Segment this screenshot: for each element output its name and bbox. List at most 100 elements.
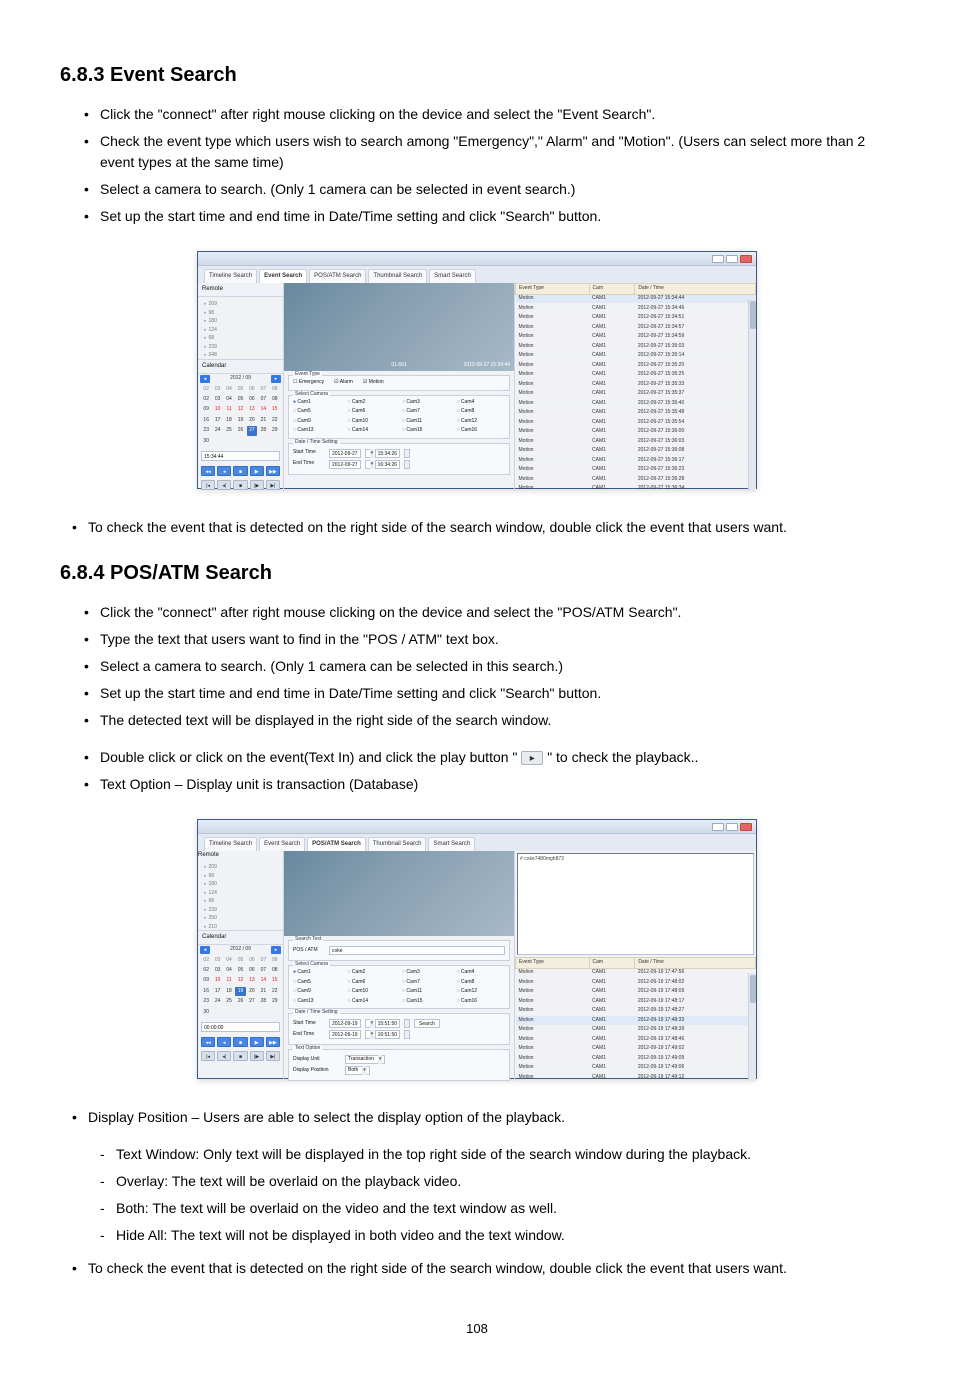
calendar-day[interactable]: 02 <box>201 966 211 976</box>
tree-node[interactable]: 209 <box>200 864 281 872</box>
calendar-day[interactable]: 04 <box>224 395 234 405</box>
playback-button[interactable]: ■ <box>233 1051 247 1061</box>
table-scrollbar[interactable] <box>748 299 756 491</box>
calendar-day[interactable]: 20 <box>247 416 257 426</box>
table-row[interactable]: MotionCAM12012-09-19 17:49:09 <box>516 1054 756 1064</box>
calendar-day[interactable]: 05 <box>235 395 245 405</box>
table-row[interactable]: MotionCAM12012-09-27 15:35:14 <box>516 351 756 361</box>
playback-button[interactable]: ◂ <box>217 1037 231 1047</box>
calendar-day[interactable]: 17 <box>212 416 222 426</box>
start-time-spinner[interactable] <box>404 449 410 458</box>
posatm-input[interactable]: coke <box>329 946 505 955</box>
calendar-day[interactable]: 16 <box>201 987 211 997</box>
calendar-day[interactable]: 05 <box>235 966 245 976</box>
camera-radio[interactable]: Cam8 <box>457 408 506 416</box>
playback-button[interactable]: ▶| <box>266 1051 280 1061</box>
tree-node[interactable]: 348 <box>200 352 281 359</box>
calendar-day[interactable]: 12 <box>235 405 245 415</box>
playback-button[interactable]: ▶ <box>250 1037 264 1047</box>
calendar-day[interactable]: 13 <box>247 405 257 415</box>
calendar-day[interactable]: 16 <box>201 416 211 426</box>
camera-radio[interactable]: Cam4 <box>457 399 506 407</box>
table-row[interactable]: MotionCAM12012-09-27 15:35:54 <box>516 418 756 428</box>
end-time-input[interactable]: 16:34:26 <box>375 460 400 469</box>
table-row[interactable]: MotionCAM12012-09-27 15:36:34 <box>516 484 756 491</box>
playback-button[interactable]: ▶▶ <box>266 466 280 476</box>
calendar-day[interactable]: 27 <box>247 426 257 436</box>
window-max-icon[interactable] <box>726 823 738 831</box>
camera-radio[interactable]: Cam10 <box>348 418 397 426</box>
time-input[interactable]: 15:34:44 <box>201 451 280 461</box>
cal-next-btn[interactable]: ▸ <box>271 375 281 383</box>
table-row[interactable]: MotionCAM12012-09-19 17:49:02 <box>516 1044 756 1054</box>
calendar-day[interactable]: 24 <box>212 997 222 1007</box>
tree-node[interactable]: 239 <box>200 344 281 352</box>
display-unit-select[interactable]: Transaction <box>345 1055 385 1064</box>
calendar-day[interactable]: 29 <box>270 997 280 1007</box>
table-row[interactable]: MotionCAM12012-09-27 15:35:20 <box>516 361 756 371</box>
event-type-checkbox[interactable]: ☑ Motion <box>363 379 384 387</box>
calendar-day[interactable]: 03 <box>212 966 222 976</box>
tab-timeline-search[interactable]: Timeline Search <box>204 269 257 283</box>
calendar-day[interactable]: 18 <box>224 987 234 997</box>
table-row[interactable]: MotionCAM12012-09-27 15:34:46 <box>516 304 756 314</box>
tree-node[interactable]: 98 <box>200 873 281 881</box>
camera-radio[interactable]: Cam9 <box>293 988 342 996</box>
calendar-day[interactable]: 21 <box>258 987 268 997</box>
start-date-dropdown[interactable] <box>365 449 371 458</box>
table-row[interactable]: MotionCAM12012-09-27 15:36:17 <box>516 456 756 466</box>
camera-radio[interactable]: Cam2 <box>348 399 397 407</box>
calendar-day[interactable]: 04 <box>224 966 234 976</box>
table-row[interactable]: MotionCAM12012-09-27 15:35:37 <box>516 389 756 399</box>
table-row[interactable]: MotionCAM12012-09-27 15:35:03 <box>516 342 756 352</box>
playback-button[interactable]: ■ <box>233 480 247 490</box>
table-row[interactable]: MotionCAM12012-09-19 17:48:17 <box>516 997 756 1007</box>
camera-radio[interactable]: Cam1 <box>293 399 342 407</box>
end-date-dropdown[interactable] <box>365 460 371 469</box>
tab-smart-search[interactable]: Smart Search <box>429 269 476 283</box>
calendar-day[interactable]: 21 <box>258 416 268 426</box>
playback-button[interactable]: ▶| <box>266 480 280 490</box>
calendar-day[interactable]: 25 <box>224 426 234 436</box>
table-row[interactable]: MotionCAM12012-09-19 17:48:39 <box>516 1025 756 1035</box>
calendar-day[interactable]: 10 <box>212 405 222 415</box>
cal-prev-btn[interactable]: ◂ <box>200 375 210 383</box>
calendar-day[interactable]: 08 <box>270 395 280 405</box>
calendar-day[interactable]: 09 <box>201 976 211 986</box>
calendar-day[interactable]: 20 <box>247 987 257 997</box>
calendar-day[interactable]: 13 <box>247 976 257 986</box>
event-type-checkbox[interactable]: ☑ Alarm <box>334 379 353 387</box>
camera-radio[interactable]: Cam3 <box>402 399 451 407</box>
start-time-spinner[interactable] <box>404 1019 410 1028</box>
calendar-day[interactable]: 30 <box>201 437 211 447</box>
camera-radio[interactable]: Cam13 <box>293 998 342 1006</box>
calendar-day[interactable]: 19 <box>235 987 245 997</box>
calendar-day[interactable]: 08 <box>270 966 280 976</box>
camera-radio[interactable]: Cam8 <box>457 979 506 987</box>
tree-node[interactable]: 124 <box>200 327 281 335</box>
tab-event-search[interactable]: Event Search <box>259 269 307 283</box>
camera-radio[interactable]: Cam12 <box>457 418 506 426</box>
playback-button[interactable]: ◂| <box>217 1051 231 1061</box>
playback-button[interactable]: ◂◂ <box>201 1037 215 1047</box>
tab-smart-search[interactable]: Smart Search <box>428 837 475 851</box>
calendar-day[interactable]: 22 <box>270 416 280 426</box>
tree-node[interactable]: 209 <box>200 301 281 309</box>
playback-button[interactable]: |◂ <box>201 480 215 490</box>
end-time-spinner[interactable] <box>404 1030 410 1039</box>
window-close-icon[interactable] <box>740 255 752 263</box>
camera-radio[interactable]: Cam6 <box>348 408 397 416</box>
tree-node[interactable]: 180 <box>200 881 281 889</box>
calendar-day[interactable]: 28 <box>258 426 268 436</box>
start-date-input[interactable]: 2012-09-27 <box>329 449 361 458</box>
camera-radio[interactable]: Cam14 <box>348 427 397 435</box>
table-row[interactable]: MotionCAM12012-09-27 15:34:44 <box>516 294 756 304</box>
camera-radio[interactable]: Cam1 <box>293 969 342 977</box>
camera-radio[interactable]: Cam16 <box>457 427 506 435</box>
start-date-input[interactable]: 2012-09-19 <box>329 1019 361 1028</box>
window-max-icon[interactable] <box>726 255 738 263</box>
window-close-icon[interactable] <box>740 823 752 831</box>
calendar-day[interactable]: 11 <box>224 405 234 415</box>
camera-radio[interactable]: Cam11 <box>402 418 451 426</box>
playback-button[interactable]: ◂| <box>217 480 231 490</box>
